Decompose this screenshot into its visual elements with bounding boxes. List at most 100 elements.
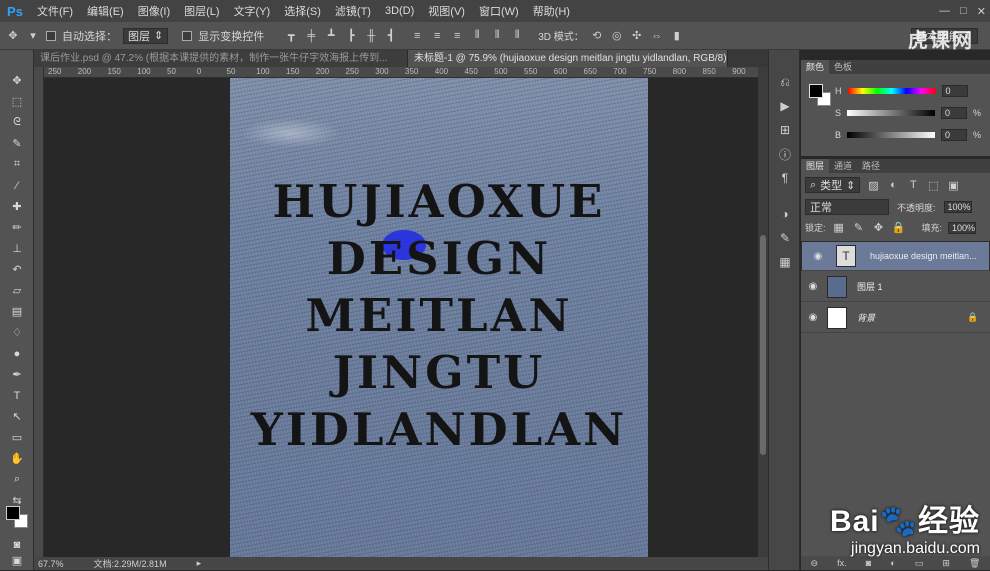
tab-layers[interactable]: 图层 [801, 159, 829, 173]
layer-name[interactable]: hujiaoxue design meitlan... [870, 251, 980, 261]
3d-roll-icon[interactable]: ◎ [610, 29, 624, 42]
tab-channels[interactable]: 通道 [829, 159, 857, 173]
eyedropper-tool-icon[interactable]: ⁄ [0, 175, 34, 196]
zoom-level[interactable]: 67.7% [38, 559, 64, 569]
align-right-icon[interactable]: ┫ [384, 29, 398, 42]
eye-icon[interactable]: ◉ [801, 312, 825, 323]
vertical-scrollbar[interactable] [758, 67, 768, 557]
menu-3d[interactable]: 3D(D) [378, 5, 421, 17]
distribute-vcenter-icon[interactable]: ≡ [430, 30, 444, 42]
filter-adjust-icon[interactable]: ◐ [886, 179, 900, 191]
filter-type-icon[interactable]: T [906, 179, 920, 191]
layer-row-background[interactable]: ◉ 背景 🔒 [801, 303, 990, 333]
adjustments-icon[interactable]: ◑ [769, 202, 801, 226]
tab-paths[interactable]: 路径 [857, 159, 885, 173]
distribute-left-icon[interactable]: ⫴ [470, 29, 484, 42]
align-vcenter-icon[interactable]: ╪ [304, 30, 318, 42]
chevron-down-icon[interactable]: ▾ [26, 29, 40, 42]
tab-homework[interactable]: 课后作业.psd @ 47.2% (根据本课提供的素材，制作一张牛仔字效海报上传… [34, 50, 408, 67]
tab-swatches[interactable]: 色板 [829, 60, 857, 74]
auto-select-checkbox[interactable] [46, 31, 56, 41]
blend-mode-dropdown[interactable]: 正常 [805, 199, 889, 215]
canvas-area[interactable]: HUJIAOXUE DESIGN MEITLAN JINGTU YIDLANDL… [44, 78, 758, 557]
trash-icon[interactable]: 🗑 [969, 558, 980, 569]
eye-icon[interactable]: ◉ [801, 281, 825, 292]
3d-pan-icon[interactable]: ✣ [630, 29, 644, 42]
align-top-icon[interactable]: ┳ [284, 29, 298, 42]
lock-pixels-icon[interactable]: ✎ [852, 221, 866, 234]
opacity-value[interactable]: 100% [944, 201, 972, 213]
layer-filter-dropdown[interactable]: ⌕类型⇕ [805, 177, 860, 193]
blur-tool-icon[interactable]: ♢ [0, 322, 34, 343]
brightness-slider[interactable] [847, 132, 935, 138]
hand-tool-icon[interactable]: ✋ [0, 448, 34, 469]
menu-filter[interactable]: 滤镜(T) [328, 3, 378, 19]
layer-row-image[interactable]: ◉ 图层 1 [801, 272, 990, 302]
rectangle-tool-icon[interactable]: ▭ [0, 427, 34, 448]
info-icon[interactable]: ⓘ [769, 142, 801, 166]
brush-tool-icon[interactable]: ✏ [0, 217, 34, 238]
layer-row-text[interactable]: ◉ T hujiaoxue design meitlan... [801, 241, 990, 271]
menu-file[interactable]: 文件(F) [30, 3, 80, 19]
brightness-value[interactable]: 0 [941, 129, 967, 141]
properties-icon[interactable]: ⊞ [769, 118, 801, 142]
align-left-icon[interactable]: ┣ [344, 29, 358, 42]
menu-layer[interactable]: 图层(L) [177, 3, 226, 19]
new-layer-icon[interactable]: ⊞ [942, 558, 950, 569]
styles-icon[interactable]: ▦ [769, 250, 801, 274]
dodge-tool-icon[interactable]: ● [0, 343, 34, 364]
eraser-tool-icon[interactable]: ▱ [0, 280, 34, 301]
type-tool-icon[interactable]: T [0, 385, 34, 406]
3d-rotate-icon[interactable]: ⟲ [590, 29, 604, 42]
fill-value[interactable]: 100% [948, 222, 976, 234]
history-brush-tool-icon[interactable]: ↶ [0, 259, 34, 280]
tab-color[interactable]: 颜色 [801, 60, 829, 74]
menu-type[interactable]: 文字(Y) [227, 3, 278, 19]
adjustment-icon[interactable]: ◐ [890, 558, 895, 568]
brush-presets-icon[interactable]: ✎ [769, 226, 801, 250]
menu-help[interactable]: 帮助(H) [526, 3, 577, 19]
auto-select-dropdown[interactable]: 图层⇕ [123, 28, 168, 44]
quick-select-tool-icon[interactable]: ✎ [0, 133, 34, 154]
close-button[interactable]: ✕ [977, 5, 986, 18]
screen-mode-icon[interactable]: ▣ [0, 550, 34, 571]
distribute-bottom-icon[interactable]: ≡ [450, 30, 464, 42]
hue-value[interactable]: 0 [942, 85, 968, 97]
link-icon[interactable]: ⊖ [811, 558, 819, 569]
hue-slider[interactable] [848, 88, 936, 94]
lock-transparent-icon[interactable]: ▦ [832, 221, 846, 234]
menu-select[interactable]: 选择(S) [277, 3, 328, 19]
lock-position-icon[interactable]: ✥ [872, 221, 886, 234]
history-icon[interactable]: ⎌ [769, 70, 801, 94]
lasso-tool-icon[interactable]: ᘓ [0, 112, 34, 133]
filter-smart-icon[interactable]: ▣ [946, 179, 960, 192]
actions-icon[interactable]: ▶ [769, 94, 801, 118]
move-tool-icon[interactable]: ✥ [6, 29, 20, 42]
menu-image[interactable]: 图像(I) [131, 3, 177, 19]
pen-tool-icon[interactable]: ✒ [0, 364, 34, 385]
menu-view[interactable]: 视图(V) [421, 3, 472, 19]
move-tool-icon[interactable]: ✥ [0, 70, 34, 91]
show-transform-checkbox[interactable] [182, 31, 192, 41]
foreground-color-swatch[interactable] [6, 506, 20, 520]
document-canvas[interactable]: HUJIAOXUE DESIGN MEITLAN JINGTU YIDLANDL… [230, 78, 648, 557]
minimize-button[interactable]: — [939, 5, 950, 17]
saturation-slider[interactable] [847, 110, 935, 116]
tab-untitled[interactable]: 未标题-1 @ 75.9% (hujiaoxue design meitlan … [408, 50, 728, 67]
chevron-right-icon[interactable]: ▸ [197, 558, 202, 569]
gradient-tool-icon[interactable]: ▤ [0, 301, 34, 322]
distribute-right-icon[interactable]: ⫴ [510, 29, 524, 42]
saturation-value[interactable]: 0 [941, 107, 967, 119]
crop-tool-icon[interactable]: ⌗ [0, 154, 34, 175]
clone-stamp-tool-icon[interactable]: ⊥ [0, 238, 34, 259]
scrollbar-thumb[interactable] [760, 235, 766, 455]
distribute-hcenter-icon[interactable]: ⫴ [490, 29, 504, 42]
lock-all-icon[interactable]: 🔒 [892, 221, 906, 234]
3d-slide-icon[interactable]: ⇔ [650, 30, 664, 42]
align-bottom-icon[interactable]: ┻ [324, 29, 338, 42]
mask-icon[interactable]: ◙ [866, 558, 871, 568]
foreground-color-swatch[interactable] [809, 84, 823, 98]
paragraph-icon[interactable]: ¶ [769, 166, 801, 190]
group-icon[interactable]: ▭ [915, 558, 924, 569]
distribute-top-icon[interactable]: ≡ [410, 30, 424, 42]
